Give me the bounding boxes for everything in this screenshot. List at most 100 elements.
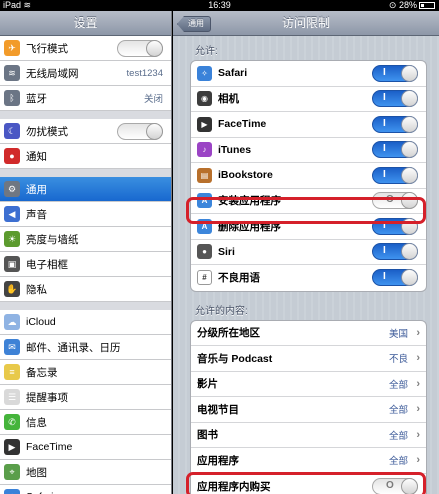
sidebar-item-label: 无线局域网 [26,67,79,80]
content-label: 音乐与 Podcast [197,352,273,365]
sidebar-list: ✈ 飞行模式 ≋ 无线局域网 test1234 ᛒ 蓝牙 关闭 ☾ 勿扰模式 ● 通知 ⚙ 通用 ◀ 声音 ☀ 亮… [0,36,171,494]
sidebar-item-label: FaceTime [26,441,73,453]
toggle-label: I [383,245,386,257]
restriction-row: A 删除应用程序 I [191,214,426,240]
toggle-knob[interactable] [401,477,418,494]
content-label: 应用程序内购买 [197,480,271,493]
sidebar-item[interactable]: ≋ 无线局域网 test1234 [0,61,171,86]
sidebar-item[interactable]: ☀ 亮度与墙纸 [0,227,171,252]
sidebar-item-label: 提醒事项 [26,391,68,404]
sidebar-item-label: 通知 [26,150,47,163]
group-gap [0,302,171,310]
sidebar-item[interactable]: ⌖ 地图 [0,460,171,485]
chevron-right-icon: › [416,454,420,467]
toggle-knob[interactable] [401,141,418,159]
sidebar-item[interactable]: ✉ 邮件、通讯录、日历 [0,335,171,360]
restriction-row: ✧ Safari I [191,61,426,87]
lock-icon: ⊙ [388,0,397,10]
map-icon: ⌖ [4,464,20,480]
safari-icon: ✧ [197,65,212,81]
toggle-switch-on[interactable]: I [372,90,418,108]
toggle-knob[interactable] [401,217,418,235]
sidebar-item[interactable]: ⚙ 通用 [0,177,171,202]
sidebar-item-label: 声音 [26,208,47,221]
toggle-switch-off[interactable]: O [372,477,418,494]
content-section-header: 允许的内容: [195,305,248,317]
sidebar-item[interactable]: ≡ 备忘录 [0,360,171,385]
toggle-switch-off[interactable] [117,122,163,140]
sidebar-item[interactable]: ᛒ 蓝牙 关闭 [0,86,171,111]
content-row[interactable]: 应用程序 全部 › [191,448,426,474]
toggle-knob[interactable] [146,122,163,140]
back-button[interactable]: 通用 [177,16,211,32]
sidebar-item[interactable]: ✈ 飞行模式 [0,36,171,61]
restriction-label: iBookstore [218,169,273,182]
microphone-icon: ● [197,244,212,260]
settings-sidebar: 设置 ✈ 飞行模式 ≋ 无线局域网 test1234 ᛒ 蓝牙 关闭 ☾ 勿扰模式 ● 通知 ⚙ 通用 ◀ 声… [0,11,172,494]
restriction-row: ▶ FaceTime I [191,112,426,138]
sidebar-item[interactable]: ☰ 提醒事项 [0,385,171,410]
restriction-row: ♪ iTunes I [191,138,426,163]
mail-icon: ✉ [4,339,20,355]
content-label: 应用程序 [197,454,239,467]
sidebar-item[interactable]: ▶ FaceTime [0,435,171,460]
content-value: 全部 [388,456,408,468]
content-row: 应用程序内购买 O [191,474,426,494]
restriction-row: # 不良用语 I [191,265,426,291]
chevron-right-icon: › [416,377,420,390]
toggle-knob[interactable] [401,243,418,261]
toggle-switch-off[interactable] [117,39,163,57]
content-row[interactable]: 音乐与 Podcast 不良 › [191,346,426,372]
toggle-label: I [383,271,386,283]
sidebar-item[interactable]: ✋ 隐私 [0,277,171,302]
toggle-switch-on[interactable]: I [372,115,418,133]
toggle-switch-on[interactable]: I [372,141,418,159]
content-value: 全部 [388,379,408,391]
toggle-knob[interactable] [401,269,418,287]
content-group: 分级所在地区 美国 › 音乐与 Podcast 不良 › 影片 全部 › 电视节目 全部 › 图书 全部 ›… [190,319,427,494]
toggle-label: I [383,168,386,180]
app-store-icon: A [197,218,212,234]
content-row[interactable]: 电视节目 全部 › [191,397,426,423]
restriction-label: iTunes [218,143,252,156]
sidebar-item[interactable]: ☁ iCloud [0,310,171,335]
hand-icon: ✋ [4,281,20,297]
sidebar-item[interactable]: ▣ 电子相框 [0,252,171,277]
content-row[interactable]: 影片 全部 › [191,372,426,397]
chevron-right-icon: › [416,403,420,416]
toggle-label: O [386,479,394,491]
sidebar-item[interactable]: ✧Safari [0,485,171,494]
sidebar-item[interactable]: ✆ 信息 [0,410,171,435]
sidebar-item-label: 飞行模式 [26,42,68,55]
toggle-knob[interactable] [401,192,418,210]
sidebar-item-value: 关闭 [143,94,163,105]
toggle-switch-on[interactable]: I [372,166,418,184]
picture-frame-icon: ▣ [4,256,20,272]
reminders-icon: ☰ [4,389,20,405]
toggle-switch-on[interactable]: I [372,64,418,82]
toggle-switch-on[interactable]: I [372,217,418,235]
toggle-knob[interactable] [401,115,418,133]
toggle-label: I [383,92,386,104]
content-label: 影片 [197,378,218,391]
toggle-knob[interactable] [401,90,418,108]
toggle-label: I [383,66,386,78]
restriction-label: FaceTime [218,118,267,131]
toggle-knob[interactable] [146,39,163,57]
toggle-knob[interactable] [401,166,418,184]
toggle-switch-on[interactable]: I [372,269,418,287]
content-row[interactable]: 图书 全部 › [191,423,426,448]
sidebar-item[interactable]: ◀ 声音 [0,202,171,227]
sidebar-item-label: 邮件、通讯录、日历 [26,341,121,354]
sidebar-item[interactable]: ☾ 勿扰模式 [0,119,171,144]
sidebar-item-label: 电子相框 [26,258,68,271]
allow-group: ✧ Safari I ◉ 相机 I ▶ FaceTime I ♪ iTunes I ▤ iBookstor… [190,60,427,292]
toggle-knob[interactable] [401,64,418,82]
toggle-switch-off[interactable]: O [372,192,418,210]
restriction-label: 删除应用程序 [218,220,281,233]
content-row[interactable]: 分级所在地区 美国 › [191,321,426,346]
sidebar-item[interactable]: ● 通知 [0,144,171,169]
toggle-switch-on[interactable]: I [372,243,418,261]
gear-icon: ⚙ [4,181,20,197]
restriction-label: Safari [218,67,248,80]
